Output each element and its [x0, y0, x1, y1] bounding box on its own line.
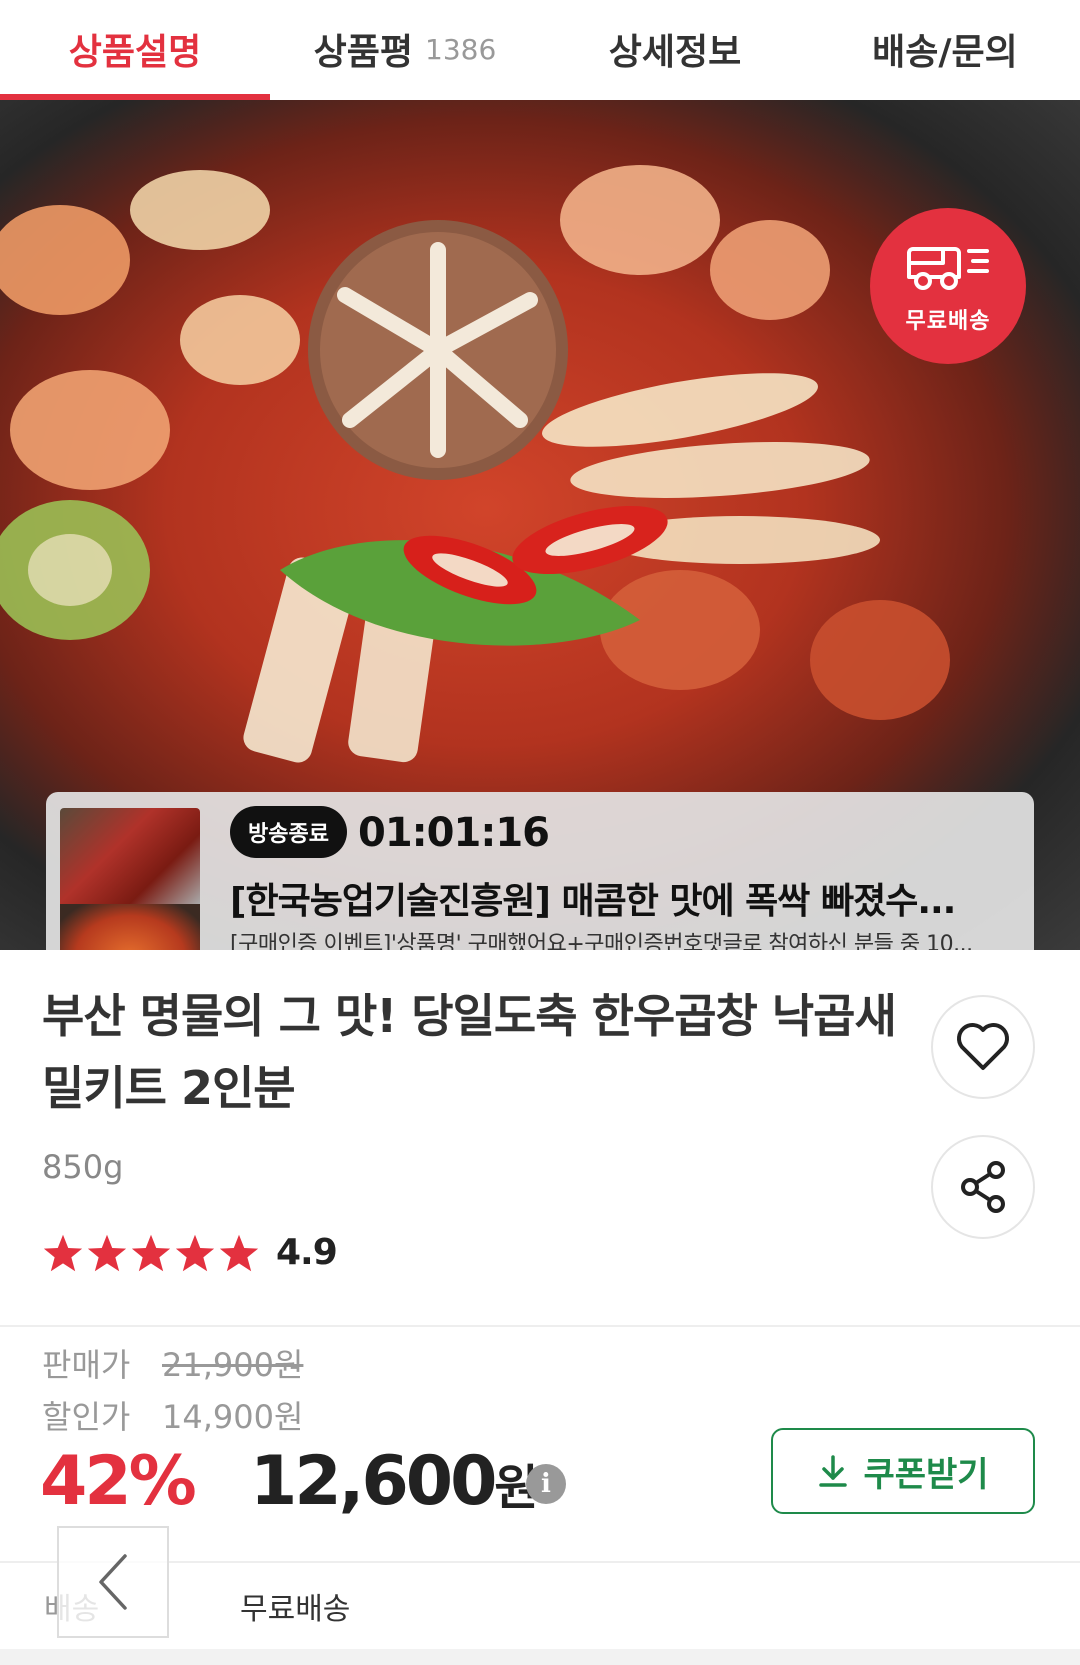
broadcast-description: [구매인증 이벤트]'상품명' 구매했어요+구매인증번호댓글로 참여하신 분들 …: [230, 932, 973, 950]
free-shipping-badge: 무료배송: [870, 208, 1026, 364]
live-thumbnail-bottom: [60, 904, 200, 950]
tab-details-label: 상세정보: [608, 32, 742, 73]
section-divider: [0, 1325, 1080, 1327]
live-thumbnail: [60, 808, 200, 950]
tab-description-label: 상품설명: [68, 32, 202, 73]
tab-bar: 상품설명 상품평 1386 상세정보 배송/문의: [0, 0, 1080, 100]
free-shipping-badge-label: 무료배송: [905, 309, 991, 334]
chevron-left-icon: [99, 1554, 127, 1610]
truck-icon: [907, 247, 989, 290]
tab-shipping-inquiry-label: 배송/문의: [872, 32, 1018, 73]
broadcast-title: [한국농업기술진흥원] 매콤한 맛에 폭싹 빠졌수...: [230, 881, 956, 922]
tab-details[interactable]: 상세정보: [540, 0, 810, 98]
live-broadcast-card[interactable]: 방송종료 01:01:16 [한국농업기술진흥원] 매콤한 맛에 폭싹 빠졌수.…: [46, 792, 1034, 950]
shipping-value: 무료배송: [240, 1592, 351, 1627]
star-icon: [219, 1234, 259, 1271]
sale-price-row: 할인가 14,900원: [42, 1392, 303, 1438]
coupon-button-label: 쿠폰받기: [863, 1454, 989, 1495]
list-price-row: 판매가 21,900원: [42, 1340, 303, 1386]
rating-value: 4.9: [276, 1232, 338, 1273]
list-price-value: 21,900원: [162, 1346, 304, 1384]
live-thumbnail-top: [60, 808, 200, 904]
tab-reviews[interactable]: 상품평 1386: [270, 0, 540, 98]
share-button[interactable]: [931, 1135, 1035, 1239]
tab-shipping-inquiry[interactable]: 배송/문의: [810, 0, 1080, 98]
review-count: 1386: [425, 32, 497, 66]
list-price-label: 판매가: [42, 1346, 131, 1384]
star-icon: [87, 1234, 127, 1271]
broadcast-timer: 01:01:16: [358, 810, 550, 856]
heart-icon: [957, 1023, 1009, 1070]
sale-price-value: 14,900원: [162, 1398, 304, 1436]
share-icon: [961, 1161, 1005, 1213]
tab-reviews-label: 상품평: [313, 32, 414, 73]
wishlist-button[interactable]: [931, 995, 1035, 1099]
sale-price-label: 할인가: [42, 1398, 131, 1436]
final-price-amount: 12,600: [250, 1442, 497, 1521]
download-icon: [819, 1455, 848, 1487]
broadcast-status-badge: 방송종료: [230, 806, 347, 858]
discount-rate: 42%: [40, 1442, 197, 1521]
star-icon: [175, 1234, 215, 1271]
star-icon: [131, 1234, 171, 1271]
star-icon: [43, 1234, 83, 1271]
rating-stars[interactable]: 4.9: [42, 1232, 338, 1273]
info-icon[interactable]: i: [526, 1464, 566, 1504]
bottom-band: [0, 1649, 1080, 1665]
product-hero-image[interactable]: 무료배송 방송종료 01:01:16 [한국농업기술진흥원] 매콤한 맛에 폭싹…: [0, 100, 1080, 950]
tab-description[interactable]: 상품설명: [0, 0, 270, 98]
product-weight: 850g: [42, 1148, 124, 1186]
final-price: 12,600원: [250, 1442, 539, 1521]
back-button[interactable]: [57, 1526, 169, 1638]
product-title: 부산 명물의 그 맛! 당일도축 한우곱창 낙곱새 밀키트 2인분: [42, 989, 897, 1115]
coupon-download-button[interactable]: 쿠폰받기: [771, 1428, 1035, 1514]
